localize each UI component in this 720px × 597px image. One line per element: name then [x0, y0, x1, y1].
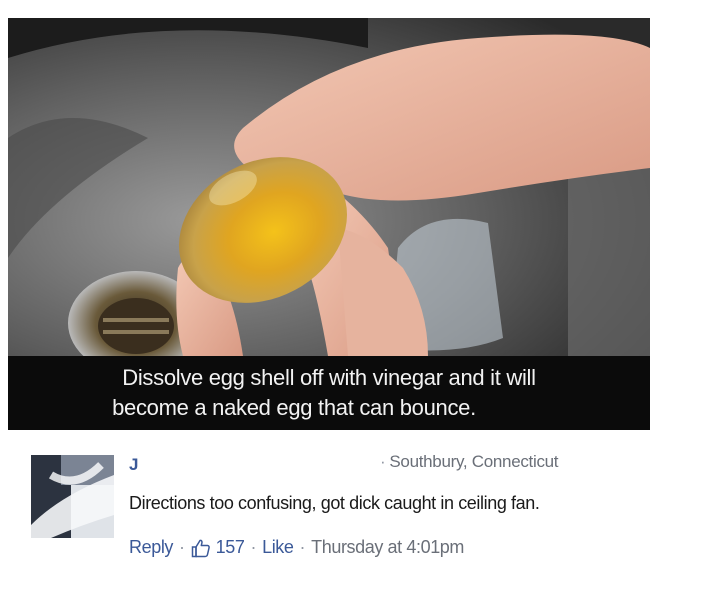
comment-actions: Reply · 157 · Like · Thursday at 4:01pm [129, 537, 464, 558]
comment-author[interactable]: J [129, 455, 138, 475]
separator-dot: · [250, 537, 257, 557]
like-link[interactable]: Like [262, 537, 294, 558]
reply-link[interactable]: Reply [129, 537, 173, 558]
post-photo[interactable]: Dissolve egg shell off with vinegar and … [8, 18, 650, 430]
comment-location: · Southbury, Connecticut [380, 452, 559, 472]
location-text: Southbury, Connecticut [389, 452, 559, 471]
photo-caption: Dissolve egg shell off with vinegar and … [8, 356, 650, 430]
sink-egg-illustration [8, 18, 650, 356]
photo-caption-bar: Dissolve egg shell off with vinegar and … [8, 356, 650, 430]
caption-line-1: Dissolve egg shell off with vinegar and … [122, 365, 536, 390]
comment: J · Southbury, Connecticut Directions too… [8, 436, 714, 582]
separator-dot: · [299, 537, 306, 557]
like-count[interactable]: 157 [216, 537, 245, 558]
avatar[interactable] [31, 455, 114, 538]
separator-dot: · [380, 452, 386, 471]
comment-timestamp[interactable]: Thursday at 4:01pm [311, 537, 464, 558]
caption-line-2: become a naked egg that can bounce. [112, 395, 476, 420]
comment-text: Directions too confusing, got dick caugh… [129, 493, 540, 513]
thumbs-up-icon[interactable] [191, 538, 211, 558]
separator-dot: · [179, 537, 185, 557]
avatar-blurred-icon [31, 455, 114, 538]
